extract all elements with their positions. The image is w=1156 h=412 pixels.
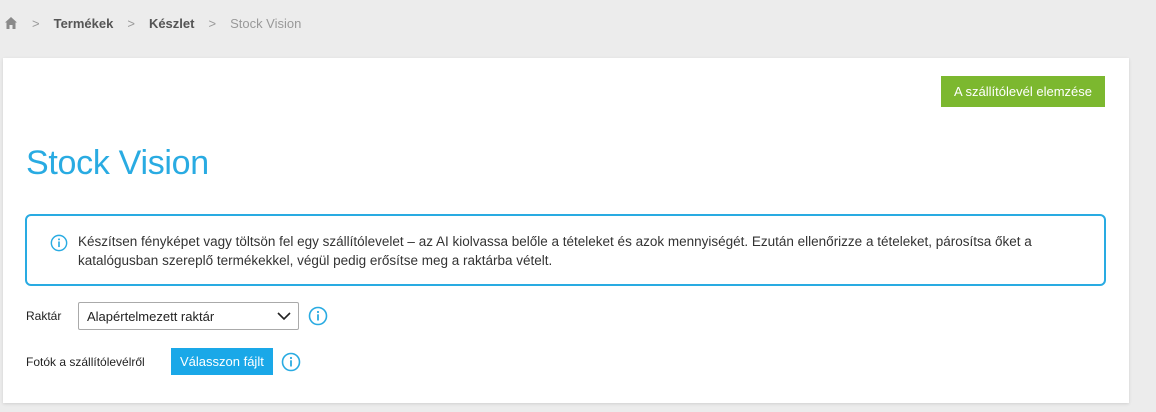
chevron-down-icon	[277, 312, 291, 321]
info-text: Készítsen fényképet vagy töltsön fel egy…	[78, 234, 1032, 268]
warehouse-info-icon[interactable]	[308, 306, 328, 326]
page-title: Stock Vision	[26, 144, 209, 182]
home-icon[interactable]	[4, 16, 18, 30]
breadcrumb: > Termékek > Készlet > Stock Vision	[0, 0, 1156, 46]
breadcrumb-separator: >	[208, 15, 217, 31]
warehouse-label: Raktár	[26, 309, 62, 323]
breadcrumb-link-stock[interactable]: Készlet	[149, 16, 195, 31]
warehouse-selected-value: Alapértelmezett raktár	[87, 308, 215, 324]
main-card: A szállítólevél elemzése Stock Vision Ké…	[3, 58, 1129, 403]
breadcrumb-link-products[interactable]: Termékek	[54, 16, 114, 31]
breadcrumb-current: Stock Vision	[230, 15, 302, 31]
breadcrumb-separator: >	[32, 15, 40, 31]
analyze-delivery-note-button[interactable]: A szállítólevél elemzése	[940, 76, 1105, 107]
info-box: Készítsen fényképet vagy töltsön fel egy…	[25, 214, 1106, 286]
photos-info-icon[interactable]	[281, 352, 301, 372]
choose-file-button[interactable]: Válasszon fájlt	[171, 348, 273, 375]
warehouse-select[interactable]: Alapértelmezett raktár	[78, 302, 299, 330]
warehouse-row: Raktár Alapértelmezett raktár	[26, 302, 328, 330]
breadcrumb-separator: >	[127, 15, 135, 31]
photos-label: Fotók a szállítólevélről	[26, 354, 145, 369]
info-icon	[50, 234, 68, 257]
photos-row: Fotók a szállítólevélről Válasszon fájlt	[26, 348, 301, 375]
